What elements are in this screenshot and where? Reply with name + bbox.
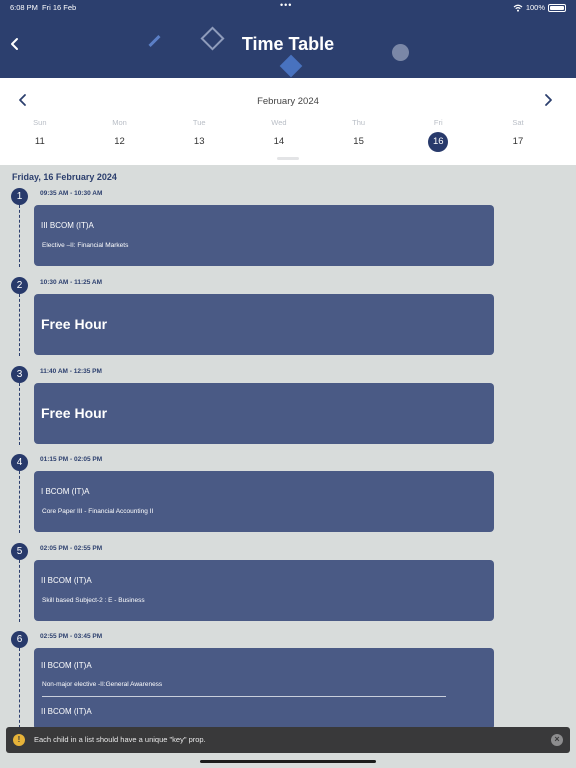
day-number: 13	[193, 136, 205, 147]
status-date: Fri 16 Feb	[42, 3, 77, 12]
class-name: II BCOM (IT)A	[41, 661, 92, 670]
battery-percentage: 100%	[525, 3, 545, 12]
day-name: Fri	[433, 118, 443, 127]
wifi-icon	[513, 4, 523, 12]
slot-number: 5	[11, 543, 28, 560]
app-header: 6:08 PM Fri 16 Feb ••• 100% Time Table	[0, 0, 576, 78]
class-name: II BCOM (IT)A	[41, 707, 92, 716]
day-tue[interactable]: Tue 13	[159, 118, 239, 152]
day-name: Thu	[352, 118, 366, 127]
multitasking-dots[interactable]: •••	[280, 0, 292, 10]
timeline-line	[19, 205, 20, 267]
slot-time: 01:15 PM - 02:05 PM	[40, 456, 103, 463]
day-name: Sun	[33, 118, 47, 127]
day-number: 15	[353, 136, 364, 147]
subject-name: Elective –II: Financial Markets	[42, 242, 129, 249]
close-button[interactable]: ×	[551, 734, 563, 746]
chevron-right-icon	[545, 94, 552, 106]
slot-time: 10:30 AM - 11:25 AM	[40, 279, 103, 286]
slot-time: 09:35 AM - 10:30 AM	[40, 190, 103, 197]
entry-divider	[42, 696, 446, 697]
slot-number: 2	[11, 277, 28, 294]
battery-icon	[548, 3, 566, 12]
free-hour-card[interactable]: Free Hour	[34, 294, 494, 355]
free-hour-label: Free Hour	[41, 405, 108, 421]
class-card[interactable]: III BCOM (IT)A Elective –II: Financial M…	[34, 205, 494, 266]
day-name: Mon	[112, 118, 127, 127]
day-name: Wed	[271, 118, 287, 127]
slot-number: 3	[11, 366, 28, 383]
day-number: 14	[273, 136, 285, 147]
slot-time: 02:05 PM - 02:55 PM	[40, 545, 103, 552]
timeline-line	[19, 383, 20, 445]
home-indicator[interactable]	[200, 760, 376, 763]
class-card[interactable]: II BCOM (IT)A Non-major elective -II:Gen…	[34, 648, 494, 730]
day-mon[interactable]: Mon 12	[80, 118, 160, 152]
slot-time: 11:40 AM - 12:35 PM	[40, 368, 102, 375]
month-label: February 2024	[257, 96, 319, 107]
date-heading: Friday, 16 February 2024	[12, 172, 117, 182]
free-hour-label: Free Hour	[41, 316, 108, 332]
class-name: I BCOM (IT)A	[41, 487, 90, 496]
day-row: Sun 11 Mon 12 Tue 13 Wed 14 Thu 15 Fri 1…	[0, 118, 576, 152]
status-indicators: 100%	[513, 3, 566, 12]
class-name: II BCOM (IT)A	[41, 576, 92, 585]
decorative-diamond	[279, 54, 303, 78]
day-number: 12	[114, 136, 125, 147]
page-title: Time Table	[241, 34, 335, 54]
day-number: 17	[512, 136, 524, 147]
warning-toast[interactable]: ! Each child in a list should have a uni…	[6, 727, 570, 753]
subject-name: Skill based Subject-2 : E - Business	[42, 597, 145, 604]
day-sun[interactable]: Sun 11	[0, 118, 80, 152]
subject-name: Core Paper III - Financial Accounting II	[42, 508, 154, 515]
day-fri[interactable]: Fri 16	[398, 118, 478, 152]
slot-number: 4	[11, 454, 28, 471]
week-calendar: February 2024 Sun 11 Mon 12 Tue 13 Wed 1…	[0, 78, 576, 165]
slot-number: 1	[11, 188, 28, 205]
class-card[interactable]: I BCOM (IT)A Core Paper III - Financial …	[34, 471, 494, 532]
selected-day-number: 16	[428, 132, 449, 152]
day-name: Sat	[512, 118, 524, 127]
class-name: III BCOM (IT)A	[41, 221, 94, 230]
timeline-line	[19, 294, 20, 356]
warning-icon: !	[13, 734, 25, 746]
status-time: 6:08 PM	[10, 3, 38, 12]
next-week-button[interactable]	[541, 92, 555, 108]
slot-time: 02:55 PM - 03:45 PM	[40, 633, 103, 640]
timeline-line	[19, 560, 20, 622]
day-wed[interactable]: Wed 14	[239, 118, 319, 152]
timeline-line	[19, 648, 20, 728]
day-number: 11	[34, 136, 45, 147]
class-card[interactable]: II BCOM (IT)A Skill based Subject-2 : E …	[34, 560, 494, 621]
timeline-line	[19, 471, 20, 533]
day-thu[interactable]: Thu 15	[319, 118, 399, 152]
slot-number: 6	[11, 631, 28, 648]
day-name: Tue	[192, 118, 206, 127]
day-sat[interactable]: Sat 17	[478, 118, 558, 152]
drag-handle[interactable]	[277, 157, 299, 160]
free-hour-card[interactable]: Free Hour	[34, 383, 494, 444]
subject-name: Non-major elective -II:General Awareness	[42, 681, 163, 688]
toast-message: Each child in a list should have a uniqu…	[34, 735, 206, 744]
